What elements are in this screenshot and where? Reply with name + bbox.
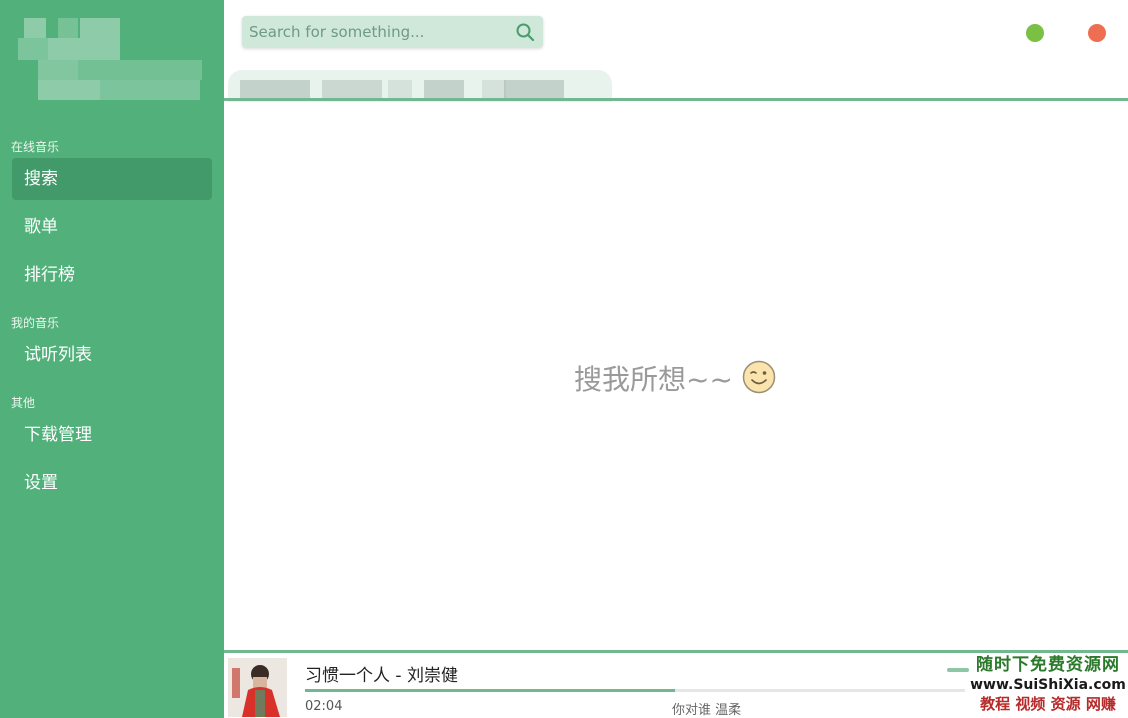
tabs-underline: [224, 98, 1128, 101]
top-bar: [224, 0, 1128, 64]
search-icon[interactable]: [515, 22, 535, 42]
search-results-area: 搜我所想~~: [224, 102, 1128, 650]
sidebar-item-playlists[interactable]: 歌单: [12, 206, 212, 248]
watermark-line-3: 教程 视频 资源 网赚: [980, 695, 1116, 713]
section-online-music: 在线音乐: [11, 140, 60, 154]
song-title: 习惯一个人 - 刘崇健: [305, 666, 458, 686]
search-tabs: [224, 64, 1128, 102]
section-my-music: 我的音乐: [11, 316, 60, 330]
section-other: 其他: [11, 396, 36, 410]
volume-slider-icon[interactable]: [947, 668, 969, 672]
close-button[interactable]: [1088, 24, 1106, 42]
empty-state-message: 搜我所想~~: [574, 363, 733, 396]
sidebar: 在线音乐 搜索 歌单 排行榜 我的音乐 试听列表 其他 下载管理 设置: [0, 0, 224, 718]
app-logo-blurred: [18, 18, 202, 102]
current-lyric: 你对谁 温柔: [672, 703, 742, 718]
watermark-line-2: www.SuiShiXia.com: [970, 677, 1126, 693]
music-app-window: 在线音乐 搜索 歌单 排行榜 我的音乐 试听列表 其他 下载管理 设置 Sear…: [0, 0, 1128, 718]
progress-fill: [305, 689, 675, 692]
sidebar-item-downloads[interactable]: 下载管理: [12, 414, 212, 456]
current-time: 02:04: [305, 699, 343, 714]
album-cover[interactable]: [228, 658, 287, 717]
sidebar-item-charts[interactable]: 排行榜: [12, 254, 212, 296]
sidebar-item-listen-list[interactable]: 试听列表: [12, 334, 212, 376]
wink-smiley-icon: [742, 360, 776, 394]
watermark-logo: 随时下免费资源网 www.SuiShiXia.com 教程 视频 资源 网赚: [968, 654, 1128, 718]
sidebar-item-search[interactable]: 搜索: [12, 158, 212, 200]
sidebar-item-settings[interactable]: 设置: [12, 462, 212, 504]
search-input[interactable]: [242, 16, 504, 48]
progress-bar[interactable]: [305, 689, 965, 692]
minimize-button[interactable]: [1026, 24, 1044, 42]
search-box: [242, 16, 543, 48]
watermark-line-1: 随时下免费资源网: [976, 655, 1120, 675]
